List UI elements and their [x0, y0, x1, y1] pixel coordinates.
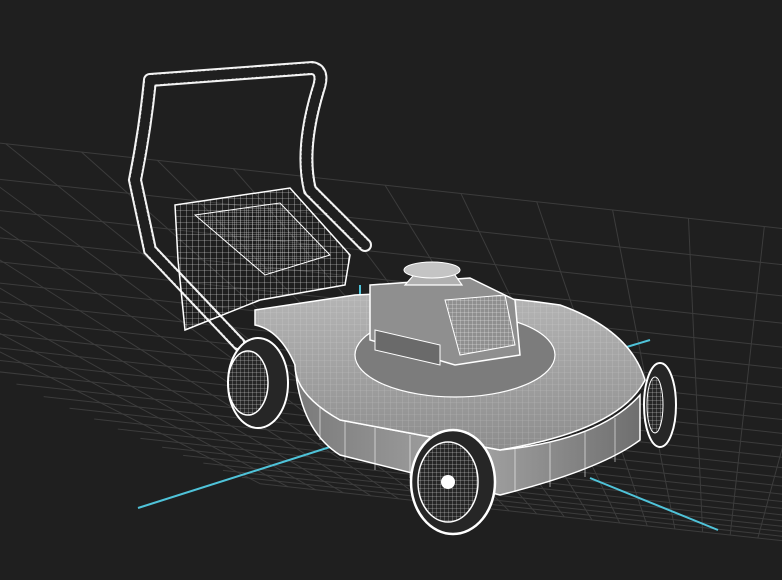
rear-left-wheel [227, 337, 289, 429]
front-right-wheel [643, 362, 677, 448]
engine-block [369, 261, 521, 366]
3d-viewport[interactable] [0, 0, 782, 580]
grid-line [260, 483, 782, 542]
grid-line [0, 142, 782, 229]
front-left-wheel [409, 428, 497, 536]
